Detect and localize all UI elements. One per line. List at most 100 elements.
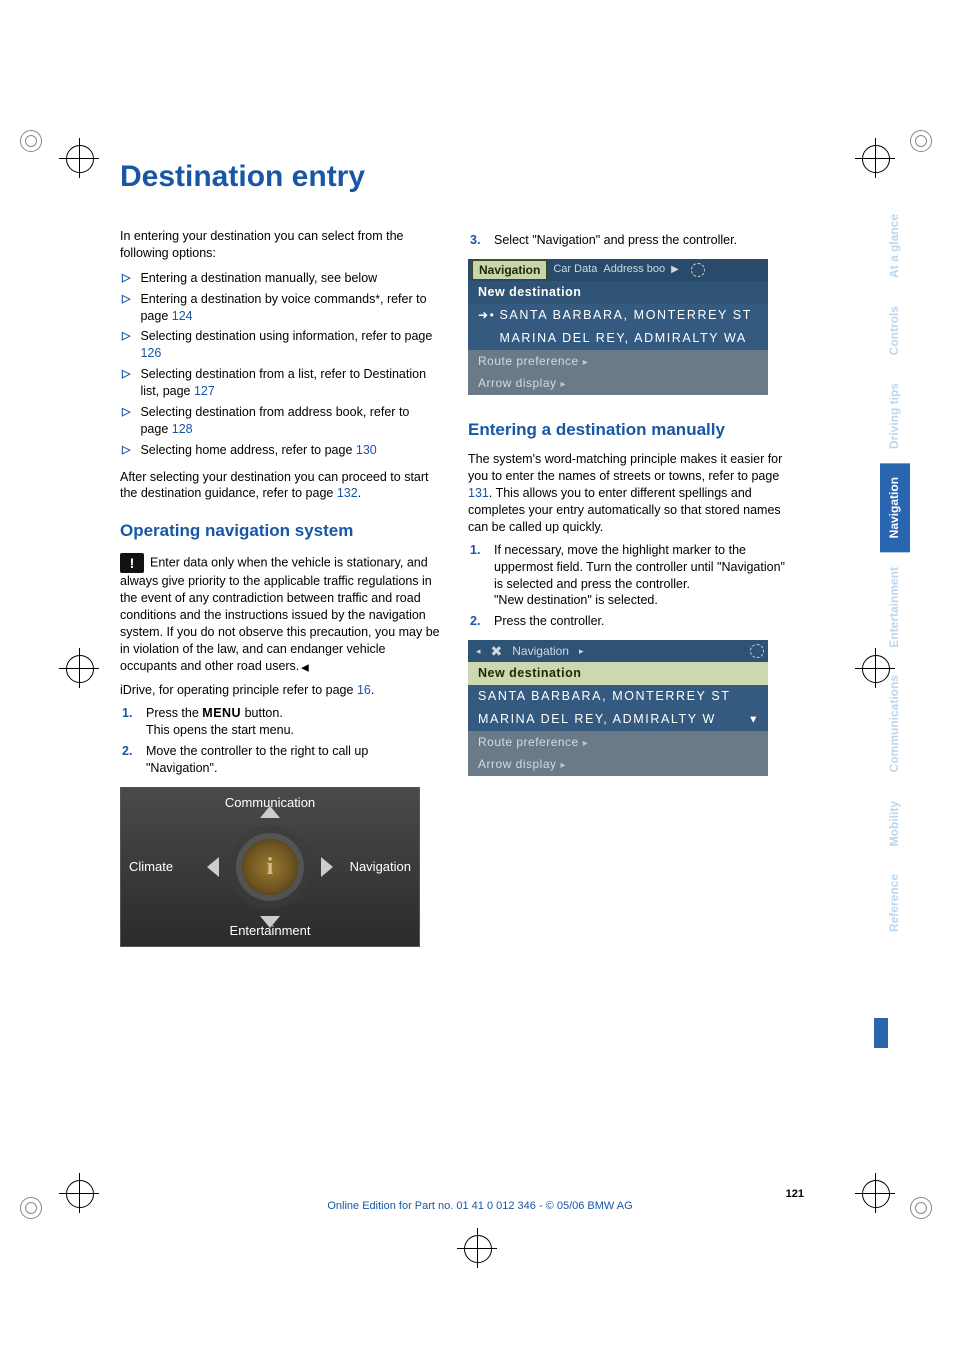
tab-communications[interactable]: Communications (880, 661, 910, 786)
page-link[interactable]: 132 (337, 486, 358, 500)
regmark-corner (910, 1197, 934, 1221)
warning-paragraph: Enter data only when the vehicle is stat… (120, 553, 440, 674)
option-text: Entering a destination by voice commands… (140, 291, 440, 325)
chevron-right-icon[interactable]: ▸ (579, 645, 584, 657)
step-item: 2. Press the controller. (470, 613, 788, 630)
txt: Arrow display (478, 757, 557, 771)
option-item: ▷ Entering a destination manually, see b… (122, 270, 440, 287)
tab-at-a-glance[interactable]: At a glance (880, 200, 910, 292)
option-text: Selecting destination from address book,… (140, 404, 440, 438)
page-link[interactable]: 127 (194, 384, 215, 398)
txt: After selecting your destination you can… (120, 470, 429, 501)
step-item: 2. Move the controller to the right to c… (122, 743, 440, 777)
info-i-icon: i (267, 851, 274, 883)
arrow-down-icon (260, 916, 280, 928)
nav-tab-addressbook[interactable]: Address boo (603, 262, 665, 277)
nav-arrow-display[interactable]: Arrow display▸ (468, 753, 768, 776)
nav-recent-dest[interactable]: ➜•SANTA BARBARA, MONTERREY ST (468, 304, 768, 327)
nav-recent-dest[interactable]: ➜•MARINA DEL REY, ADMIRALTY WA (468, 327, 768, 350)
step-number: 3. (470, 232, 484, 249)
step-text: Press the controller. (494, 613, 604, 630)
page-link[interactable]: 16 (357, 683, 371, 697)
option-text: Selecting destination using information,… (140, 328, 440, 362)
step-text: If necessary, move the highlight marker … (494, 542, 788, 610)
txt: MARINA DEL REY, ADMIRALTY W (478, 712, 716, 726)
chevron-left-icon[interactable]: ▸ (476, 645, 481, 657)
tab-navigation[interactable]: Navigation (880, 463, 910, 552)
page-link[interactable]: 128 (172, 422, 193, 436)
txt: SANTA BARBARA, MONTERREY ST (499, 308, 752, 322)
nav-body: New destination ➜•SANTA BARBARA, MONTERR… (468, 281, 768, 350)
regmark-corner (20, 1197, 44, 1221)
page-link[interactable]: 130 (356, 443, 377, 457)
txt: Route preference (478, 735, 579, 749)
nav-sat-icon: ✖ (491, 642, 503, 661)
page-number: 121 (120, 1188, 840, 1200)
registration-mark (862, 1180, 888, 1206)
page-link[interactable]: 124 (172, 309, 193, 323)
option-item: ▷ Selecting destination using informatio… (122, 328, 440, 362)
bullet-icon: ▷ (122, 443, 130, 458)
nav-footer: Route preference▸ Arrow display▸ (468, 731, 768, 776)
idrive-controller-image: Communication Entertainment Climate Navi… (120, 787, 420, 947)
page-link[interactable]: 126 (140, 346, 161, 360)
txt: Selecting destination using information,… (140, 329, 432, 343)
nav-tab-navigation[interactable]: Navigation (472, 260, 547, 280)
nav-new-destination[interactable]: New destination (468, 662, 768, 685)
txt: "New destination" is selected. (494, 593, 658, 607)
nav-tab-cardata[interactable]: Car Data (553, 262, 597, 277)
nav-body: New destination SANTA BARBARA, MONTERREY… (468, 662, 768, 731)
step-text: Press the MENU button.This opens the sta… (146, 705, 294, 739)
options-list: ▷ Entering a destination manually, see b… (120, 270, 440, 459)
step-number: 2. (122, 743, 136, 760)
registration-mark (464, 1235, 490, 1261)
chevron-right-icon: ▸ (583, 357, 589, 368)
registration-mark (66, 655, 92, 681)
tab-mobility[interactable]: Mobility (880, 787, 910, 860)
option-item: ▷ Entering a destination by voice comman… (122, 291, 440, 325)
nav-screen-1: Navigation Car Data Address boo ▶ New de… (468, 259, 768, 395)
chevron-right-icon[interactable]: ▶ (671, 263, 679, 277)
bullet-icon: ▷ (122, 329, 130, 344)
nav-arrow-display[interactable]: Arrow display▸ (468, 372, 768, 395)
bullet-icon: ▷ (122, 271, 130, 286)
step-text: Select "Navigation" and press the contro… (494, 232, 737, 249)
tab-controls[interactable]: Controls (880, 292, 910, 369)
idrive-label-left: Climate (129, 858, 173, 876)
bullet-icon: ▷ (122, 405, 130, 420)
arrow-right-icon (321, 857, 333, 877)
nav-route-preference[interactable]: Route preference▸ (468, 350, 768, 373)
gear-icon[interactable] (750, 644, 764, 658)
step-item: 1. If necessary, move the highlight mark… (470, 542, 788, 610)
nav-screen-2: ▸ ✖ Navigation ▸ New destination SANTA B… (468, 640, 768, 776)
scroll-down-icon[interactable]: ▾ (750, 711, 758, 728)
registration-mark (66, 1180, 92, 1206)
page-footer: 121 Online Edition for Part no. 01 41 0 … (120, 1188, 840, 1212)
step-number: 2. (470, 613, 484, 630)
menu-button-glyph: MENU (202, 706, 241, 720)
nav-route-preference[interactable]: Route preference▸ (468, 731, 768, 754)
nav-breadcrumb: Navigation (512, 643, 569, 659)
idrive-knob-icon: i (242, 839, 298, 895)
registration-mark (66, 145, 92, 171)
nav-recent-dest[interactable]: MARINA DEL REY, ADMIRALTY W ▾ (468, 708, 768, 731)
nav-recent-dest[interactable]: SANTA BARBARA, MONTERREY ST (468, 685, 768, 708)
tab-reference[interactable]: Reference (880, 860, 910, 946)
txt: Entering a destination by voice commands (140, 292, 375, 306)
tab-entertainment[interactable]: Entertainment (880, 553, 910, 662)
registration-mark (862, 145, 888, 171)
arrow-left-icon (207, 857, 219, 877)
page-title: Destination entry (120, 160, 840, 194)
step-number: 1. (122, 705, 136, 722)
step-text: Move the controller to the right to call… (146, 743, 440, 777)
option-item: ▷ Selecting destination from a list, ref… (122, 366, 440, 400)
nav-new-destination[interactable]: New destination (468, 281, 768, 304)
step-item: 3. Select "Navigation" and press the con… (470, 232, 788, 249)
txt: The system's word-matching principle mak… (468, 452, 782, 483)
gear-icon[interactable] (691, 263, 705, 277)
txt: . (358, 486, 361, 500)
page-link[interactable]: 131 (468, 486, 489, 500)
bullet-icon: ▷ (122, 367, 130, 382)
regmark-corner (910, 130, 934, 154)
tab-driving-tips[interactable]: Driving tips (880, 369, 910, 463)
